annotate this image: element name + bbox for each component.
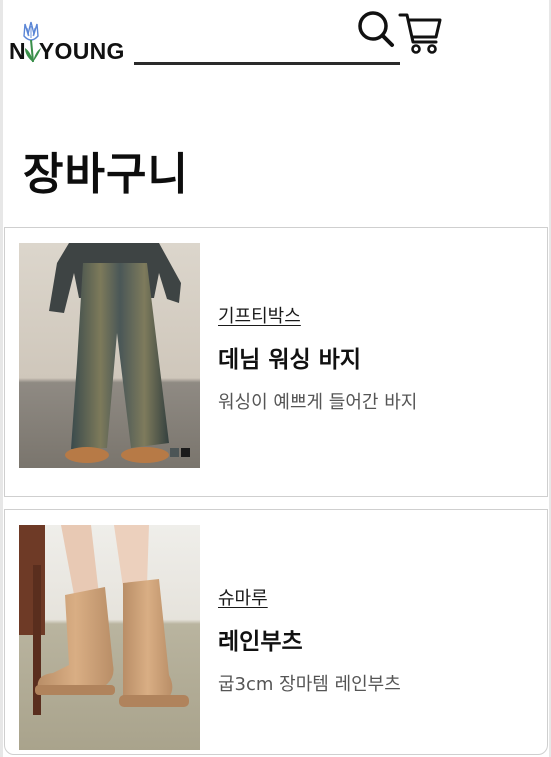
search-icon[interactable]: [355, 10, 395, 50]
logo[interactable]: N YOUNG: [9, 18, 134, 68]
product-info: 슈마루 레인부츠 굽3cm 장마템 레인부츠: [218, 584, 538, 696]
product-image-denim-pants[interactable]: [19, 243, 200, 468]
product-description: 워싱이 예쁘게 들어간 바지: [218, 392, 418, 413]
product-name[interactable]: 레인부츠: [218, 622, 538, 656]
search-underline: [134, 62, 400, 65]
cart-icon[interactable]: [398, 10, 444, 56]
page-title: 장바구니: [23, 149, 189, 200]
logo-text: N YOUNG: [9, 38, 125, 64]
header: N YOUNG: [0, 0, 551, 80]
search-input[interactable]: [134, 30, 358, 62]
product-image-rain-boots[interactable]: [19, 525, 200, 750]
brand-link[interactable]: 기프티박스: [218, 302, 301, 328]
denim-pants-photo: [19, 243, 200, 468]
product-info: 기프티박스 데님 워싱 바지 워싱이 예쁘게 들어간 바지: [218, 302, 538, 414]
rain-boots-photo: [19, 525, 200, 750]
product-name[interactable]: 데님 워싱 바지: [218, 340, 538, 374]
cart-item[interactable]: 기프티박스 데님 워싱 바지 워싱이 예쁘게 들어간 바지: [4, 227, 548, 497]
cart-item[interactable]: 슈마루 레인부츠 굽3cm 장마템 레인부츠: [4, 509, 548, 755]
cart-page: N YOUNG 장바구니 기프티박스 데님 워싱 바지 워싱이 예쁘게 들어간 …: [0, 0, 551, 757]
product-description: 굽3cm 장마템 레인부츠: [218, 674, 401, 695]
frame-border-left: [0, 0, 3, 757]
brand-link[interactable]: 슈마루: [218, 584, 268, 610]
